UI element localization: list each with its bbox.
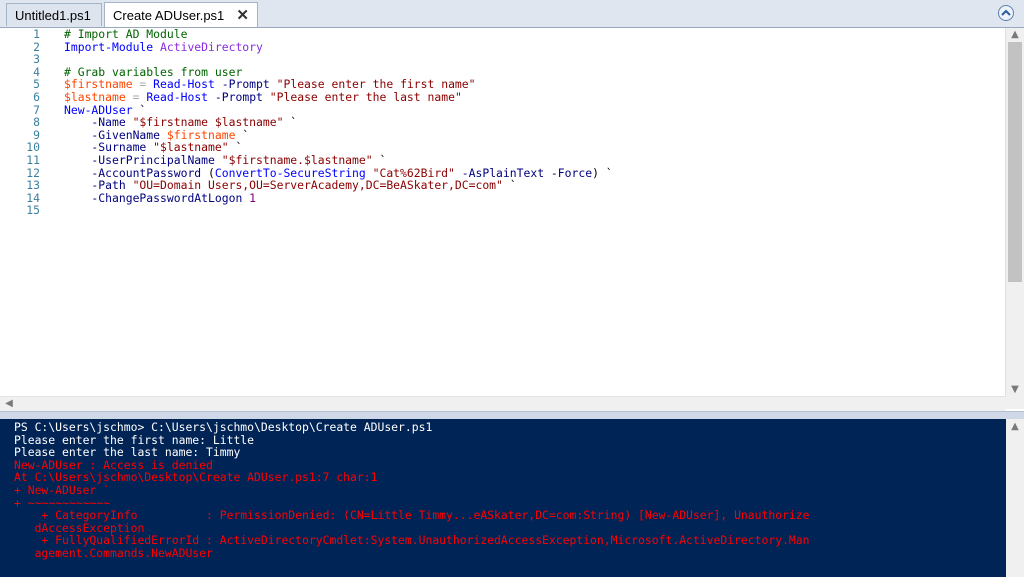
line-number-gutter: 1 2 3 4 5 6 7 8 9 10 11 12 13 14 15 (0, 28, 46, 217)
line-number: 13 (26, 178, 40, 193)
scrollbar-thumb[interactable] (1008, 42, 1022, 282)
code-token: ) ` (592, 165, 613, 180)
code-token: Read-Host (146, 89, 209, 104)
tab-label: Untitled1.ps1 (15, 8, 91, 23)
code-token: 1 (249, 190, 257, 205)
code-token: -ChangePasswordAtLogon (64, 190, 250, 205)
code-line: $lastname = Read-Host -Prompt "Please en… (64, 91, 994, 104)
scroll-down-icon[interactable]: ▼ (1009, 385, 1021, 395)
tab-strip: Untitled1.ps1 Create ADUser.ps1 ✕ (0, 0, 1024, 28)
code-token: "Please enter the last name" (269, 89, 462, 104)
code-area[interactable]: # Import AD Module Import-Module ActiveDi… (64, 28, 994, 217)
console-error-line: At C:\Users\jschmo\Desktop\Create ADUser… (14, 470, 378, 485)
collapse-script-pane-button[interactable] (998, 5, 1014, 21)
code-token: Import-Module (64, 39, 154, 54)
console-line: PS C:\Users\jschmo> C:\Users\jschmo\Desk… (14, 420, 433, 434)
console-error-line: + CategoryInfo : PermissionDenied: (CN=L… (14, 508, 810, 523)
line-number: 3 (33, 52, 40, 67)
code-token: ` (283, 115, 298, 130)
code-token: ActiveDirectory (160, 39, 263, 54)
script-editor[interactable]: 1 2 3 4 5 6 7 8 9 10 11 12 13 14 15 # Import AD Module… (0, 28, 1024, 409)
code-line: Import-Module ActiveDirectory (64, 39, 994, 54)
console-output: PS C:\Users\jschmo> C:\Users\jschmo\Desk… (14, 421, 994, 560)
line-number: 8 (33, 115, 40, 130)
code-line: -ChangePasswordAtLogon 1 (64, 190, 994, 205)
line-number: 6 (33, 89, 40, 104)
tab-label: Create ADUser.ps1 (113, 8, 225, 23)
line-number: 15 (26, 203, 40, 218)
code-token: ` (502, 178, 517, 193)
console-error-line: + New-ADUser ` (14, 482, 111, 497)
code-token: -Prompt (208, 89, 270, 104)
line-number: 11 (26, 152, 40, 167)
close-tab-icon[interactable]: ✕ (236, 3, 249, 28)
line-number: 1 (33, 27, 40, 41)
editor-horizontal-scrollbar[interactable]: ◀ (0, 396, 1006, 411)
chevron-up-icon (1001, 9, 1011, 16)
console-pane[interactable]: PS C:\Users\jschmo> C:\Users\jschmo\Desk… (0, 419, 1024, 577)
scroll-up-icon[interactable]: ▲ (1009, 30, 1021, 40)
console-line: Please enter the last name: Timmy (14, 445, 241, 460)
console-vertical-scrollbar[interactable]: ▲ (1006, 419, 1024, 577)
console-error-line: agement.Commands.NewADUser (14, 545, 213, 560)
tab-untitled1[interactable]: Untitled1.ps1 (6, 3, 102, 26)
editor-vertical-scrollbar[interactable]: ▲ ▼ (1005, 28, 1024, 409)
scroll-left-icon[interactable]: ◀ (3, 399, 15, 409)
tab-create-aduser[interactable]: Create ADUser.ps1 ✕ (104, 2, 258, 27)
scroll-up-icon[interactable]: ▲ (1009, 422, 1021, 432)
